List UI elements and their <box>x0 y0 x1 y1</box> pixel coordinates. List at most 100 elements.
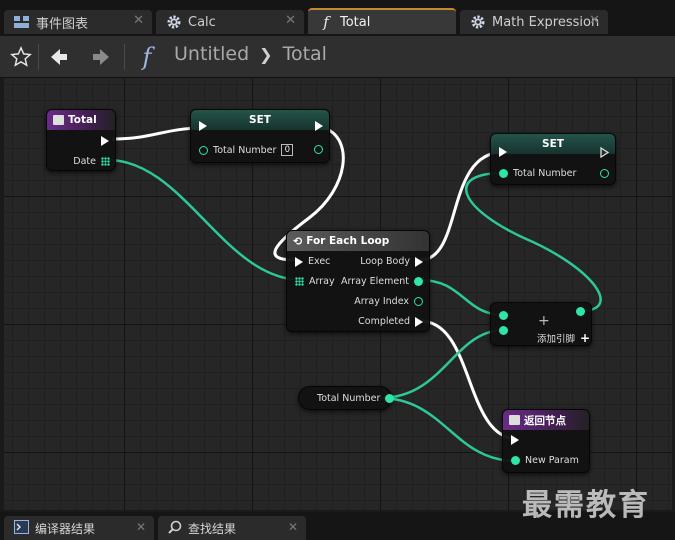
node-header: ⟲ For Each Loop <box>287 231 429 251</box>
exec-in-pin[interactable]: Exec <box>295 256 330 267</box>
function-icon: f <box>142 43 152 71</box>
star-icon <box>10 46 32 67</box>
data-wire <box>464 171 602 313</box>
tab-find-results[interactable]: 查找结果 ✕ <box>158 516 306 540</box>
graph-toolbar: f Untitled ❯ Total <box>0 36 675 78</box>
pin-label: Array <box>309 276 335 287</box>
a-input-pin[interactable] <box>499 311 508 320</box>
event-graph-icon <box>14 14 30 30</box>
back-button[interactable] <box>44 42 74 72</box>
exec-in-pin[interactable] <box>499 147 507 157</box>
function-entry-icon <box>53 115 64 125</box>
array-input-pin[interactable]: Array <box>295 276 335 287</box>
node-header: Total <box>47 110 115 130</box>
value-output-pin[interactable] <box>600 169 609 178</box>
forward-button[interactable] <box>86 42 116 72</box>
toolbar-separator <box>38 44 39 70</box>
node-header: 返回节点 <box>503 410 589 430</box>
add-symbol: + <box>538 313 550 329</box>
array-element-pin[interactable]: Array Element <box>341 276 423 287</box>
tab-label: Calc <box>188 14 216 30</box>
pin-label: Array Element <box>341 276 409 287</box>
close-icon[interactable]: ✕ <box>589 13 600 28</box>
return-node[interactable]: 返回节点 New Param <box>502 409 590 473</box>
tab-math-expression[interactable]: Math Expression ✕ <box>460 10 608 34</box>
node-header: SET <box>491 134 615 154</box>
exec-out-pin[interactable] <box>315 121 323 131</box>
pin-label: New Param <box>525 455 579 466</box>
total-number-value-field[interactable]: 0 <box>281 144 294 156</box>
loop-body-pin[interactable]: Loop Body <box>360 256 423 267</box>
array-index-pin[interactable]: Array Index <box>354 296 423 307</box>
toolbar-separator <box>124 44 125 70</box>
pin-icon <box>499 169 508 178</box>
result-output-pin[interactable] <box>576 307 585 316</box>
document-tab-bar: 事件图表 ✕ Calc ✕ f Total Math Expression ✕ <box>0 0 675 36</box>
total-number-input-pin[interactable]: Total Number 0 <box>199 144 294 156</box>
exec-in-pin[interactable] <box>511 435 519 445</box>
total-number-input-pin[interactable]: Total Number <box>499 168 576 179</box>
tab-label: 编译器结果 <box>35 521 96 536</box>
tab-event-graph[interactable]: 事件图表 ✕ <box>4 10 152 34</box>
tab-compiler-results[interactable]: 编译器结果 ✕ <box>4 516 154 540</box>
function-entry-node[interactable]: Total Date <box>46 109 116 171</box>
close-icon[interactable]: ✕ <box>136 520 146 534</box>
chevron-right-icon: ❯ <box>259 44 273 64</box>
exec-out-pin[interactable] <box>600 146 610 159</box>
gear-icon <box>470 14 486 30</box>
add-pin-button[interactable]: 添加引脚 + <box>537 331 590 345</box>
graph-canvas[interactable]: Total Date SET Total Number 0 SET Total … <box>4 78 672 510</box>
array-pin-icon <box>101 157 110 166</box>
breadcrumb-root[interactable]: Untitled <box>174 43 249 65</box>
tab-label: 查找结果 <box>188 521 237 536</box>
forward-arrow-icon <box>93 49 109 65</box>
compiler-results-icon <box>14 519 29 537</box>
tab-total[interactable]: f Total <box>308 8 456 34</box>
total-number-getter-node[interactable]: Total Number <box>298 386 395 410</box>
add-node[interactable]: + 添加引脚 + <box>490 302 592 346</box>
pin-label: Date <box>73 156 96 167</box>
tab-label: 事件图表 <box>36 16 89 32</box>
for-each-loop-node[interactable]: ⟲ For Each Loop Exec Array Loop Body Arr… <box>286 230 430 332</box>
pin-label: Completed <box>358 316 410 327</box>
search-icon <box>168 520 182 537</box>
set-node-2[interactable]: SET Total Number <box>490 133 616 185</box>
tab-label: Total <box>340 14 371 30</box>
breadcrumb: Untitled ❯ Total <box>174 43 327 65</box>
plus-icon: + <box>580 331 591 345</box>
close-icon[interactable]: ✕ <box>288 520 298 534</box>
new-param-pin[interactable]: New Param <box>511 455 579 466</box>
add-pin-label: 添加引脚 <box>537 334 576 345</box>
b-input-pin[interactable] <box>499 326 508 335</box>
loop-icon: ⟲ <box>293 234 303 248</box>
exec-in-pin[interactable] <box>199 121 207 131</box>
array-pin-icon <box>295 277 304 286</box>
value-output-pin[interactable] <box>314 145 323 154</box>
data-wire <box>107 158 303 282</box>
pin-label: Array Index <box>354 296 409 307</box>
node-title: For Each Loop <box>306 235 390 247</box>
tab-calc[interactable]: Calc ✕ <box>156 10 304 34</box>
tab-label: Math Expression <box>492 14 600 30</box>
favorite-star-button[interactable] <box>6 42 36 72</box>
variable-label: Total Number <box>317 393 381 404</box>
date-output-pin[interactable]: Date <box>73 156 110 167</box>
value-output-pin[interactable] <box>385 394 395 403</box>
breadcrumb-current: Total <box>282 43 327 65</box>
pin-label: Total Number <box>213 144 277 156</box>
set-node-1[interactable]: SET Total Number 0 <box>190 109 330 163</box>
pin-label: Exec <box>308 256 331 267</box>
close-icon[interactable]: ✕ <box>285 13 296 28</box>
node-title: 返回节点 <box>524 414 566 427</box>
close-icon[interactable]: ✕ <box>133 13 144 28</box>
completed-pin[interactable]: Completed <box>358 316 423 327</box>
node-title: SET <box>542 138 564 150</box>
exec-out-pin[interactable] <box>101 136 109 146</box>
back-arrow-icon <box>51 49 67 65</box>
pin-label: Loop Body <box>360 256 410 267</box>
return-node-icon <box>509 415 520 425</box>
function-icon: f <box>323 13 329 31</box>
pin-label: Total Number <box>513 168 577 179</box>
getter-label-row: Total Number <box>317 393 395 404</box>
gear-icon <box>166 14 182 30</box>
